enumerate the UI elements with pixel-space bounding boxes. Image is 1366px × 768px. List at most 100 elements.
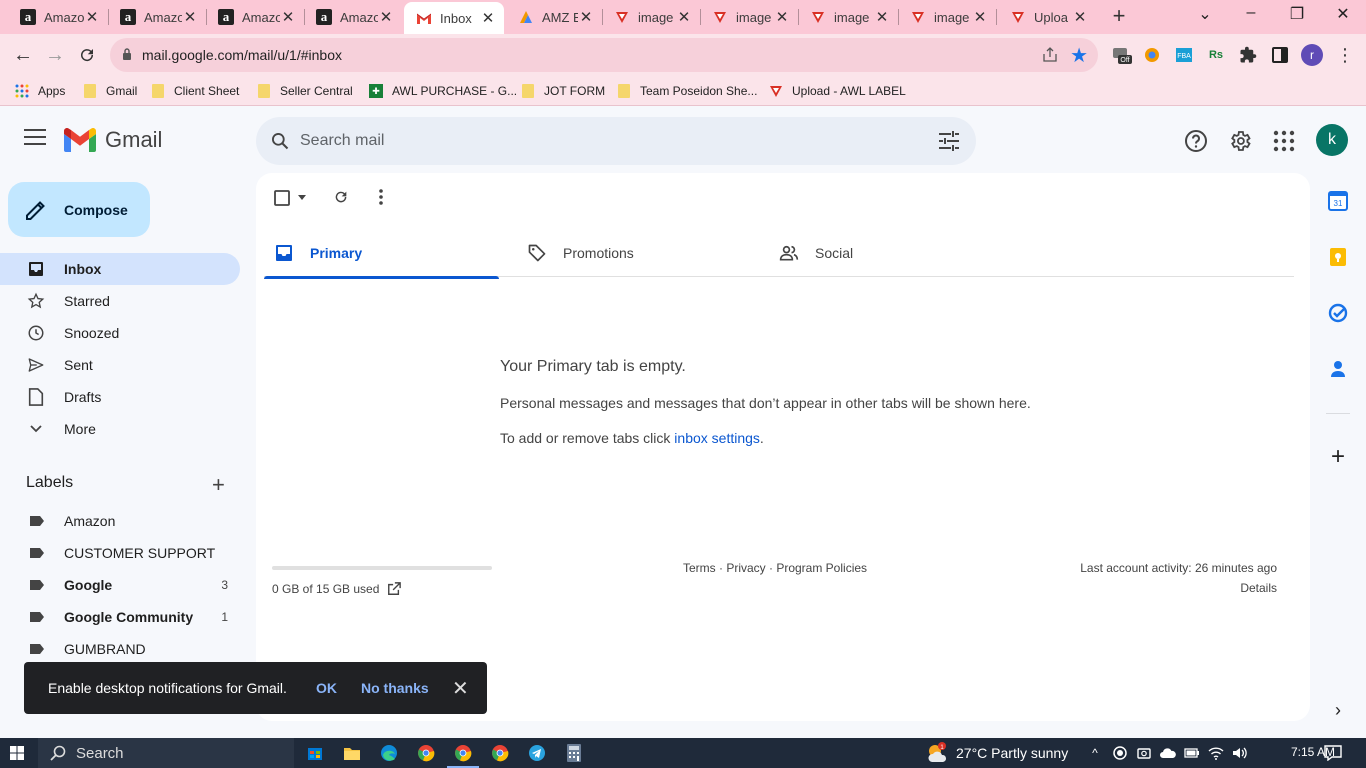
label-item[interactable]: CUSTOMER SUPPORT xyxy=(0,537,240,569)
volume-icon[interactable] xyxy=(1232,745,1248,761)
compose-button[interactable]: Compose xyxy=(8,182,150,237)
tab-social[interactable]: Social xyxy=(769,229,1004,277)
browser-tab[interactable]: a Amazo ✕ xyxy=(206,4,304,30)
toast-no-thanks-button[interactable]: No thanks xyxy=(361,680,429,696)
label-item[interactable]: GUMBRAND xyxy=(0,633,240,665)
address-bar[interactable]: mail.google.com/mail/u/1/#inbox ★ xyxy=(110,38,1098,72)
bookmark-awl-purchase[interactable]: ✚ AWL PURCHASE - G... xyxy=(368,82,517,100)
label-item[interactable]: Google Community 1 xyxy=(0,601,240,633)
get-addons-button[interactable]: + xyxy=(1328,443,1348,470)
edge-icon[interactable] xyxy=(379,743,399,763)
close-icon[interactable]: ✕ xyxy=(84,8,100,26)
restore-button[interactable]: ❐ xyxy=(1282,4,1312,24)
battery-icon[interactable] xyxy=(1184,745,1200,761)
refresh-icon[interactable] xyxy=(333,189,349,205)
gmail-logo-icon[interactable] xyxy=(64,127,96,153)
back-button[interactable]: ← xyxy=(10,42,36,68)
microsoft-store-icon[interactable] xyxy=(305,743,325,763)
activity-details-link[interactable]: Details xyxy=(1240,581,1277,595)
chrome-profile-icon[interactable] xyxy=(490,743,510,763)
browser-tab[interactable]: AMZ E ✕ xyxy=(506,4,602,30)
browser-menu-icon[interactable]: ⋮ xyxy=(1336,44,1354,66)
help-icon[interactable] xyxy=(1184,129,1208,153)
wifi-icon[interactable] xyxy=(1208,745,1224,761)
toast-ok-button[interactable]: OK xyxy=(316,680,337,696)
bookmark-apps[interactable]: Apps xyxy=(14,82,65,100)
nav-item-sent[interactable]: Sent xyxy=(0,349,240,381)
close-icon[interactable]: ✕ xyxy=(480,9,496,27)
search-bar[interactable] xyxy=(256,117,976,165)
bookmark-jot-form[interactable]: JOT FORM xyxy=(520,82,605,100)
browser-tab[interactable]: image ✕ xyxy=(700,4,798,30)
camera-icon[interactable] xyxy=(1136,745,1152,761)
close-icon[interactable]: ✕ xyxy=(1072,8,1088,26)
tab-search-chevron-icon[interactable]: ⌄ xyxy=(1190,4,1220,24)
search-input[interactable] xyxy=(300,117,900,165)
browser-tab[interactable]: a Amazo ✕ xyxy=(108,4,206,30)
close-icon[interactable]: ✕ xyxy=(280,8,296,26)
select-menu-caret-icon[interactable] xyxy=(298,195,306,201)
google-apps-icon[interactable] xyxy=(1272,129,1296,153)
label-item[interactable]: Google 3 xyxy=(0,569,240,601)
browser-tab-active[interactable]: Inbox ✕ xyxy=(404,2,504,34)
open-external-icon[interactable] xyxy=(387,582,402,596)
onedrive-cloud-icon[interactable] xyxy=(1160,745,1176,761)
share-icon[interactable] xyxy=(1042,47,1058,63)
more-actions-icon[interactable] xyxy=(379,189,383,205)
bookmark-team-poseidon[interactable]: Team Poseidon She... xyxy=(616,82,757,100)
browser-profile-avatar[interactable]: r xyxy=(1301,44,1323,66)
extensions-puzzle-icon[interactable] xyxy=(1238,45,1258,65)
fba-extension-icon[interactable]: FBA xyxy=(1174,45,1194,65)
bookmark-gmail[interactable]: Gmail xyxy=(82,82,137,100)
nav-item-snoozed[interactable]: Snoozed xyxy=(0,317,240,349)
tab-primary[interactable]: Primary xyxy=(264,229,499,279)
close-icon[interactable]: ✕ xyxy=(874,8,890,26)
lock-icon[interactable] xyxy=(122,48,132,60)
footer-policy-links[interactable]: Terms · Privacy · Program Policies xyxy=(683,561,867,575)
browser-tab[interactable]: Uploa ✕ xyxy=(998,4,1096,30)
bookmark-client-sheet[interactable]: Client Sheet xyxy=(150,82,239,100)
bookmark-seller-central[interactable]: Seller Central xyxy=(256,82,353,100)
keep-icon[interactable] xyxy=(1328,247,1348,267)
weather-widget[interactable]: 1 27°C Partly sunny xyxy=(926,742,1068,764)
inbox-settings-link[interactable]: inbox settings xyxy=(674,430,760,446)
close-icon[interactable]: ✕ xyxy=(972,8,988,26)
account-avatar[interactable]: k xyxy=(1316,124,1348,156)
calendar-icon[interactable]: 31 xyxy=(1328,191,1348,211)
rs-extension-icon[interactable]: Rs xyxy=(1206,45,1226,65)
search-options-icon[interactable] xyxy=(938,131,960,151)
search-icon[interactable] xyxy=(270,131,290,151)
new-tab-button[interactable]: + xyxy=(1108,5,1130,28)
notification-center-icon[interactable] xyxy=(1324,745,1342,761)
file-explorer-icon[interactable] xyxy=(342,743,362,763)
browser-tab[interactable]: a Amazo ✕ xyxy=(8,4,108,30)
firefox-like-extension-icon[interactable] xyxy=(1142,45,1162,65)
browser-tab[interactable]: image ✕ xyxy=(602,4,700,30)
minimize-button[interactable]: – xyxy=(1236,4,1266,22)
extension-off-icon[interactable]: Off xyxy=(1112,45,1132,65)
contacts-icon[interactable] xyxy=(1328,359,1348,379)
chrome-icon[interactable] xyxy=(416,743,436,763)
reload-button[interactable] xyxy=(74,42,100,68)
main-menu-icon[interactable] xyxy=(24,129,46,147)
close-icon[interactable]: ✕ xyxy=(452,676,469,701)
show-side-panel-chevron-icon[interactable]: › xyxy=(1328,700,1348,720)
windows-start-icon[interactable] xyxy=(10,746,24,760)
nav-item-inbox[interactable]: Inbox xyxy=(0,253,240,285)
add-label-button[interactable]: + xyxy=(212,472,225,498)
bookmark-upload-awl-label[interactable]: Upload - AWL LABEL xyxy=(768,82,906,100)
close-icon[interactable]: ✕ xyxy=(378,8,394,26)
side-panel-icon[interactable] xyxy=(1270,45,1290,65)
show-hidden-icons-chevron-icon[interactable]: ^ xyxy=(1087,745,1103,761)
taskbar-search-box[interactable]: Search xyxy=(38,738,294,768)
url-text[interactable]: mail.google.com/mail/u/1/#inbox xyxy=(142,47,342,63)
calculator-icon[interactable] xyxy=(564,743,584,763)
select-all-checkbox[interactable] xyxy=(274,190,290,206)
browser-tab[interactable]: a Amazo ✕ xyxy=(304,4,402,30)
telegram-icon[interactable] xyxy=(527,743,547,763)
settings-gear-icon[interactable] xyxy=(1228,129,1252,153)
forward-button[interactable]: → xyxy=(42,42,68,68)
label-item[interactable]: Amazon xyxy=(0,505,240,537)
close-icon[interactable]: ✕ xyxy=(774,8,790,26)
bookmark-star-icon[interactable]: ★ xyxy=(1070,43,1088,68)
